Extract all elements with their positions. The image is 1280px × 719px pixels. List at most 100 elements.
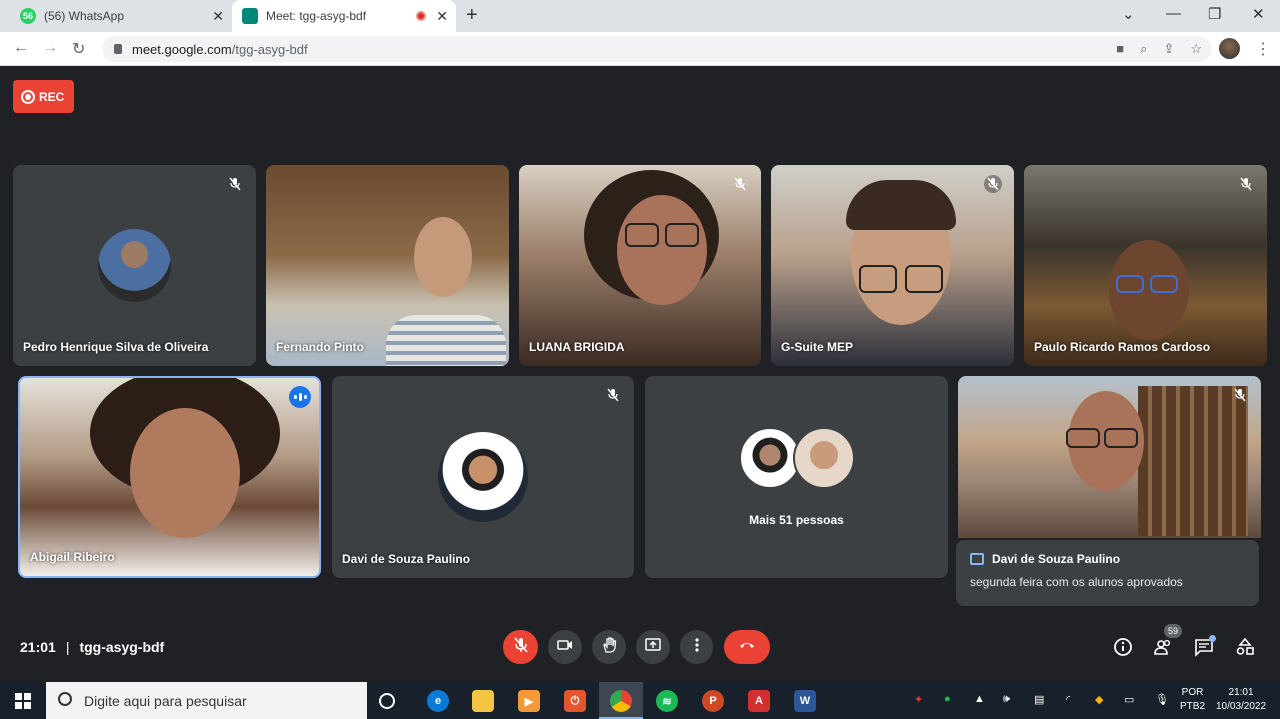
wifi-icon[interactable]: ◜ xyxy=(1066,693,1070,706)
windows-start-icon[interactable] xyxy=(15,693,31,709)
camera-icon[interactable]: ■ xyxy=(1116,41,1124,57)
tab-search-icon[interactable]: ⌄ xyxy=(1122,5,1135,23)
participant-hair xyxy=(846,180,956,230)
app-icon[interactable]: ⏻ xyxy=(564,690,586,712)
camera-icon xyxy=(556,636,574,659)
reload-icon[interactable]: ↻ xyxy=(72,39,85,59)
language-indicator[interactable]: POR PTB2 xyxy=(1180,686,1205,714)
share-icon[interactable]: ⇪ xyxy=(1163,41,1174,57)
mic-off-icon xyxy=(512,636,530,659)
participant-tile[interactable]: G-Suite MEP xyxy=(771,165,1014,366)
zoom-icon[interactable]: ⌕ xyxy=(1140,41,1147,57)
url-host: meet.google.com xyxy=(132,41,232,57)
recording-badge: REC xyxy=(13,80,74,113)
avatar xyxy=(739,427,801,489)
spotify-icon[interactable]: ≋ xyxy=(656,690,678,712)
participant-tile[interactable]: Fernando Pinto xyxy=(266,165,509,366)
tab-whatsapp[interactable]: 56 (56) WhatsApp ✕ xyxy=(10,0,232,32)
tab-title: Meet: tgg-asyg-bdf xyxy=(266,9,367,23)
back-icon[interactable]: ← xyxy=(13,39,29,57)
chat-sender: Davi de Souza Paulino xyxy=(992,552,1121,566)
meeting-info-icon[interactable] xyxy=(1113,637,1133,662)
speaking-indicator-icon xyxy=(289,386,311,408)
forward-icon[interactable]: → xyxy=(42,39,58,57)
tray-app-icon[interactable]: ✦ xyxy=(914,693,923,706)
acrobat-icon[interactable]: A xyxy=(748,690,770,712)
edge-icon[interactable]: e xyxy=(427,690,449,712)
participant-tile[interactable] xyxy=(958,376,1261,538)
media-player-icon[interactable]: ▶ xyxy=(518,690,540,712)
glasses xyxy=(905,265,943,293)
participant-tile[interactable]: Paulo Ricardo Ramos Cardoso xyxy=(1024,165,1267,366)
chrome-icon[interactable] xyxy=(610,690,632,712)
mic-off-icon xyxy=(1237,175,1255,193)
tab-meet[interactable]: Meet: tgg-asyg-bdf ✕ xyxy=(232,0,456,32)
glasses xyxy=(1150,275,1178,293)
leave-call-button[interactable] xyxy=(724,630,770,664)
taskbar-search-input[interactable]: Digite aqui para pesquisar xyxy=(46,682,367,719)
participant-tile-active-speaker[interactable]: Abigail Ribeiro xyxy=(18,376,321,578)
chat-notification[interactable]: Davi de Souza Paulino segunda feira com … xyxy=(956,540,1259,606)
close-tab-icon[interactable]: ✕ xyxy=(212,8,224,25)
more-options-button[interactable] xyxy=(680,630,713,664)
participant-name: Pedro Henrique Silva de Oliveira xyxy=(23,340,209,354)
search-icon xyxy=(58,692,72,706)
chat-icon xyxy=(970,553,984,565)
participant-tile[interactable]: Pedro Henrique Silva de Oliveira xyxy=(13,165,256,366)
toggle-camera-button[interactable] xyxy=(548,630,582,664)
volume-icon[interactable]: 🕪 xyxy=(1003,693,1010,706)
participant-tile[interactable]: Davi de Souza Paulino xyxy=(332,376,634,578)
hang-up-icon xyxy=(738,636,756,659)
restore-button[interactable]: ❐ xyxy=(1208,5,1221,23)
powerpoint-icon[interactable]: P xyxy=(702,690,724,712)
more-participants-tile[interactable]: Mais 51 pessoas xyxy=(645,376,948,578)
mic-off-icon xyxy=(604,386,622,404)
mic-off-icon xyxy=(984,175,1002,193)
search-placeholder: Digite aqui para pesquisar xyxy=(84,692,247,709)
participant-face xyxy=(414,217,472,297)
participant-shirt xyxy=(386,315,506,366)
meeting-time: 21:01 xyxy=(20,639,56,655)
bookshelf xyxy=(1138,386,1248,536)
tray-drive-icon[interactable]: ▲ xyxy=(974,693,985,705)
close-tab-icon[interactable]: ✕ xyxy=(436,8,448,25)
battery-icon[interactable]: ▭ xyxy=(1124,693,1134,706)
people-count-badge: 59 xyxy=(1164,624,1182,638)
word-icon[interactable]: W xyxy=(794,690,816,712)
new-tab-button[interactable]: + xyxy=(466,4,478,27)
file-explorer-icon[interactable] xyxy=(472,690,494,712)
lock-icon xyxy=(114,44,122,54)
glasses xyxy=(859,265,897,293)
participant-tile[interactable]: LUANA BRIGIDA xyxy=(519,165,761,366)
task-view-icon[interactable] xyxy=(379,693,395,709)
tray-spotify-icon[interactable]: ● xyxy=(944,693,951,705)
raise-hand-button[interactable] xyxy=(592,630,626,664)
toggle-mic-button[interactable] xyxy=(503,630,538,664)
display-icon[interactable]: ▤ xyxy=(1034,693,1044,706)
close-window-button[interactable]: ✕ xyxy=(1252,5,1265,23)
minimize-button[interactable]: — xyxy=(1166,5,1181,22)
profile-avatar[interactable] xyxy=(1219,38,1240,59)
participant-name: Davi de Souza Paulino xyxy=(342,552,471,566)
browser-menu-icon[interactable]: ⋮ xyxy=(1255,39,1271,59)
unread-indicator xyxy=(1209,635,1216,642)
people-icon[interactable] xyxy=(1153,637,1173,662)
meet-icon xyxy=(242,8,258,24)
participant-name: Paulo Ricardo Ramos Cardoso xyxy=(1034,340,1211,354)
participant-name: G-Suite MEP xyxy=(781,340,854,354)
mic-off-icon xyxy=(226,175,244,193)
system-clock[interactable]: 21:01 10/03/2022 xyxy=(1216,686,1266,714)
present-screen-button[interactable] xyxy=(636,630,670,664)
activities-icon[interactable] xyxy=(1235,637,1255,662)
keyboard-layout: PTB2 xyxy=(1180,701,1206,712)
bookmark-star-icon[interactable]: ☆ xyxy=(1190,41,1202,57)
address-bar: ← → ↻ meet.google.com/tgg-asyg-bdf ■ ⌕ ⇪… xyxy=(0,32,1280,66)
glasses xyxy=(625,223,659,247)
clock-time: 21:01 xyxy=(1228,687,1254,698)
security-icon[interactable]: ◆ xyxy=(1095,693,1103,706)
browser-tab-bar: 56 (56) WhatsApp ✕ Meet: tgg-asyg-bdf ✕ … xyxy=(0,0,1280,32)
more-vert-icon xyxy=(688,636,706,659)
clock-date: 10/03/2022 xyxy=(1216,701,1267,712)
microphone-icon[interactable]: 🎙 xyxy=(1155,693,1169,706)
url-field[interactable]: meet.google.com/tgg-asyg-bdf xyxy=(102,36,1212,62)
